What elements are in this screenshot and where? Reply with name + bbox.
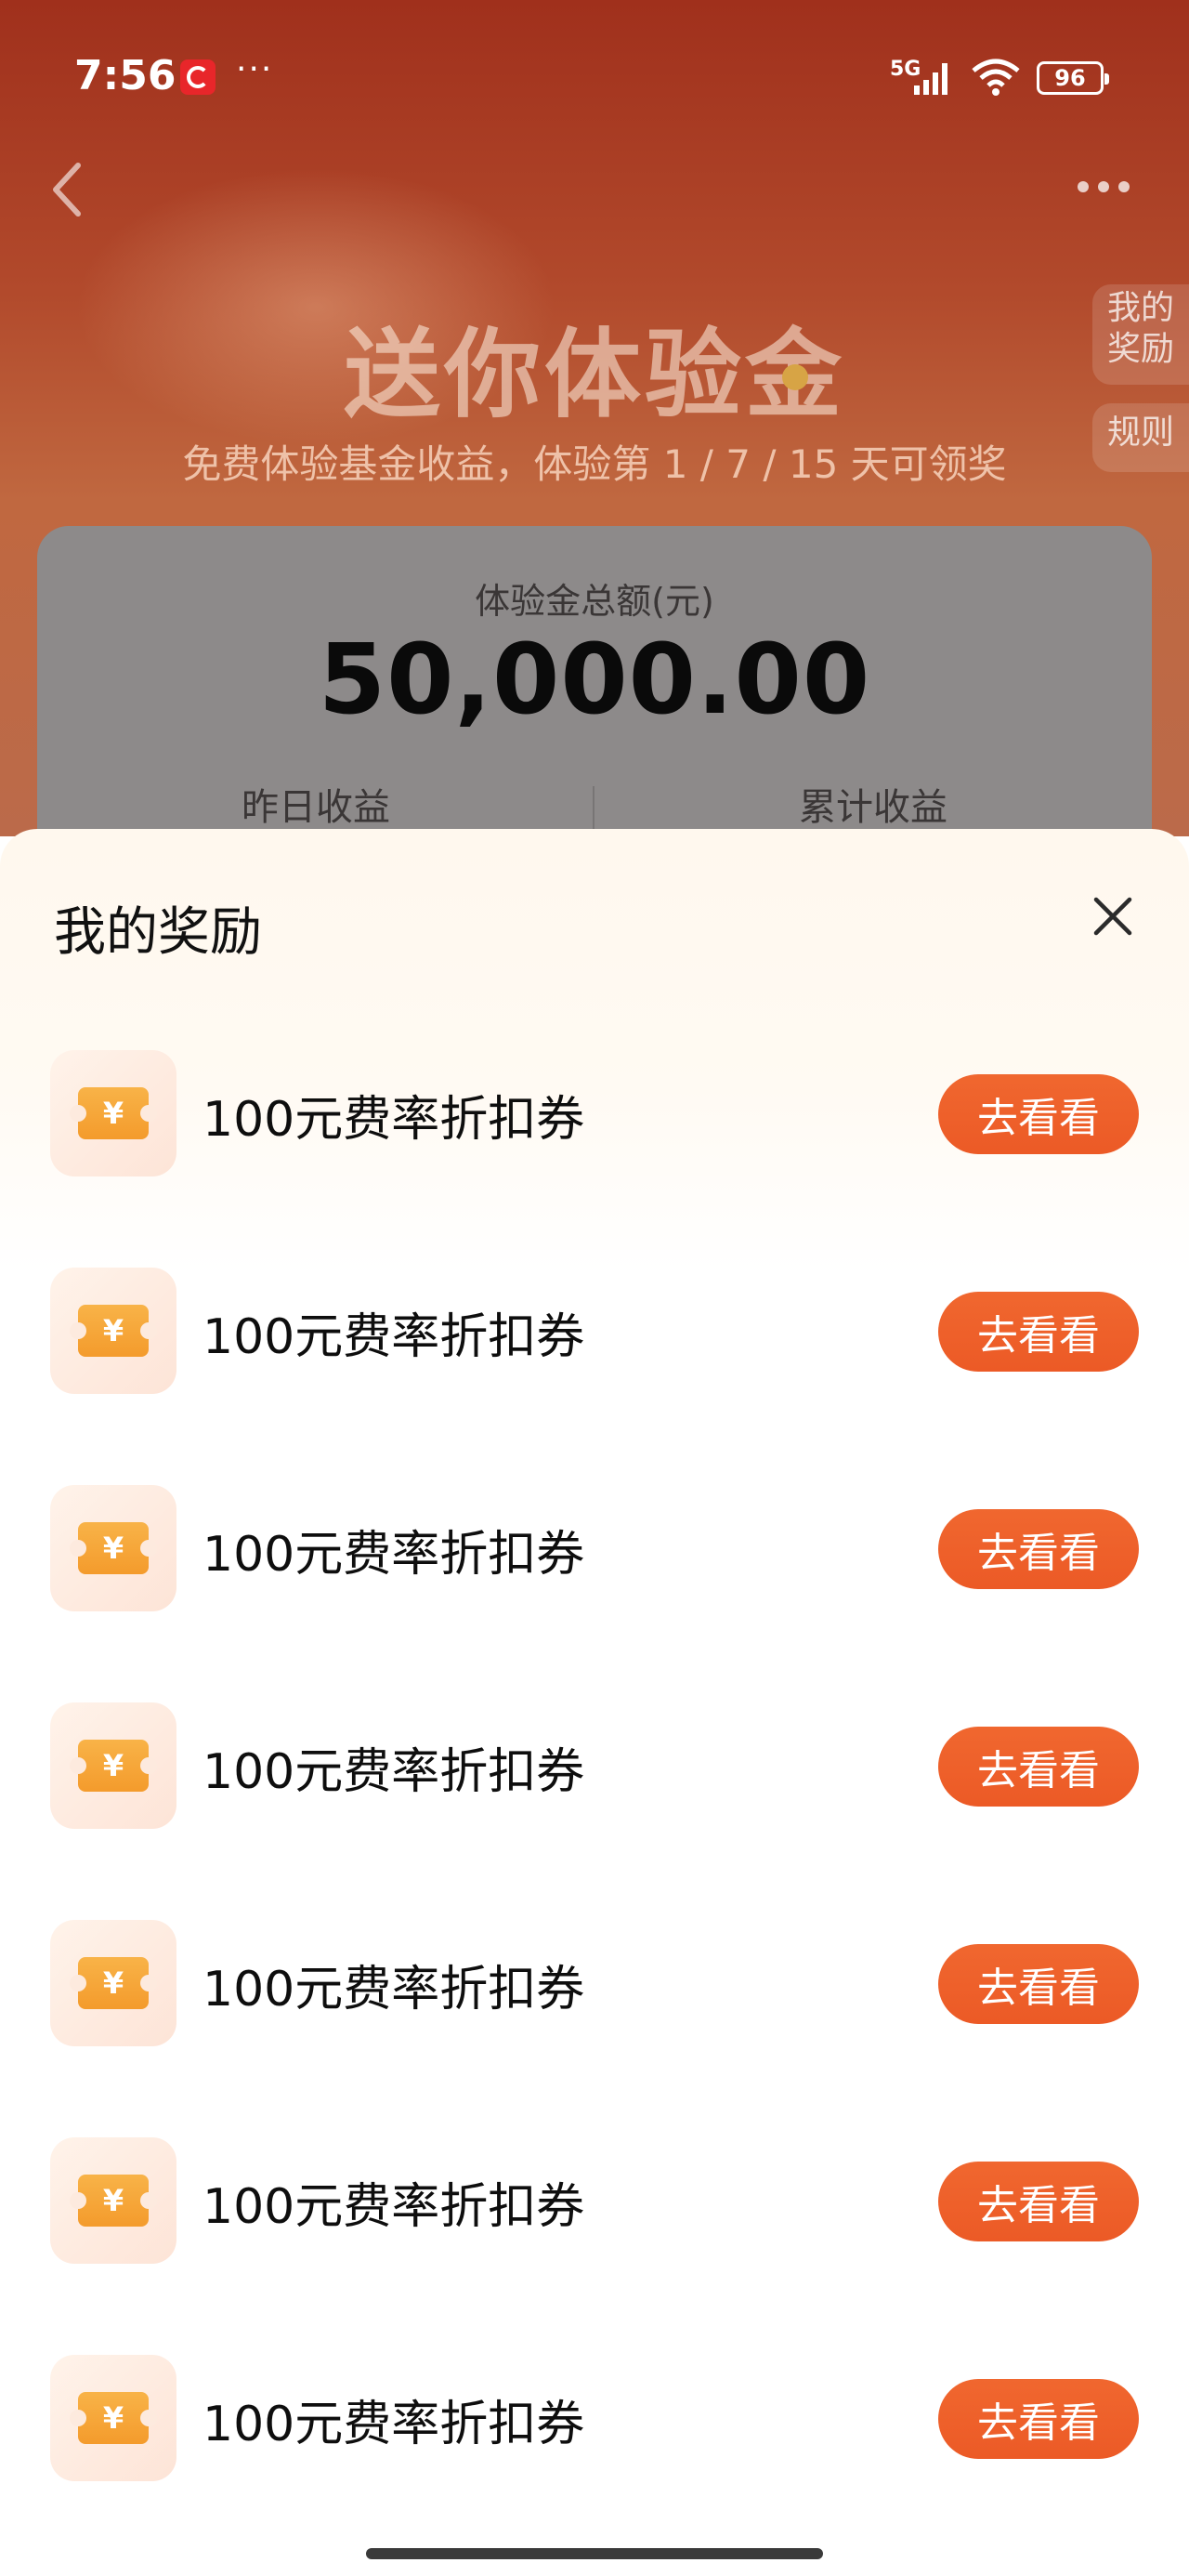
yen-symbol: ¥ <box>102 2183 124 2218</box>
view-reward-button[interactable]: 去看看 <box>938 2379 1139 2459</box>
reward-name: 100元费率折扣券 <box>203 1962 585 2017</box>
coupon-ticket-icon: ¥ <box>50 2355 176 2481</box>
coin-icon <box>782 364 808 390</box>
fund-total-label: 体验金总额(元) <box>475 581 714 622</box>
reward-item: ¥ 100元费率折扣券 去看看 <box>0 1920 1189 2050</box>
home-indicator[interactable] <box>366 2548 823 2559</box>
yen-symbol: ¥ <box>102 2400 124 2436</box>
yen-symbol: ¥ <box>102 1748 124 1783</box>
sheet-title: 我的奖励 <box>54 902 262 963</box>
reward-item: ¥ 100元费率折扣券 去看看 <box>0 1485 1189 1615</box>
view-reward-button[interactable]: 去看看 <box>938 1292 1139 1372</box>
yen-symbol: ¥ <box>102 1096 124 1131</box>
reward-name: 100元费率折扣券 <box>203 2397 585 2452</box>
experience-fund-card: 体验金总额(元) 50,000.00 昨日收益 累计收益 <box>37 526 1152 836</box>
chevron-left-icon[interactable] <box>41 152 97 227</box>
view-reward-button[interactable]: 去看看 <box>938 1509 1139 1589</box>
yen-symbol: ¥ <box>102 1313 124 1348</box>
coupon-ticket-icon: ¥ <box>50 1485 176 1611</box>
status-bar: 7:56 ··· 5G 96 <box>0 0 1189 139</box>
battery-level: 96 <box>1054 65 1086 91</box>
reward-item: ¥ 100元费率折扣券 去看看 <box>0 1702 1189 1833</box>
reward-name: 100元费率折扣券 <box>203 1092 585 1148</box>
reward-item: ¥ 100元费率折扣券 去看看 <box>0 1050 1189 1180</box>
signal-icon <box>914 63 947 95</box>
reward-name: 100元费率折扣券 <box>203 1744 585 1800</box>
hero-title: 送你体验金 <box>343 318 845 431</box>
hero-subtitle: 免费体验基金收益，体验第 1 / 7 / 15 天可领奖 <box>182 441 1007 487</box>
coupon-ticket-icon: ¥ <box>50 1268 176 1394</box>
view-reward-button[interactable]: 去看看 <box>938 1944 1139 2024</box>
view-reward-button[interactable]: 去看看 <box>938 1074 1139 1154</box>
reward-item: ¥ 100元费率折扣券 去看看 <box>0 2355 1189 2485</box>
reward-item: ¥ 100元费率折扣券 去看看 <box>0 1268 1189 1398</box>
total-earnings-label: 累计收益 <box>799 786 947 829</box>
app-notification-icon <box>180 59 216 95</box>
fund-total-amount: 50,000.00 <box>318 623 871 736</box>
close-icon[interactable] <box>1083 887 1143 946</box>
reward-name: 100元费率折扣券 <box>203 2179 585 2235</box>
my-rewards-sheet: 我的奖励 ¥ 100元费率折扣券 去看看 ¥ 100元费率折扣券 去看看 ¥ 1… <box>0 829 1189 2576</box>
more-dots-icon[interactable] <box>1078 173 1143 201</box>
reward-name: 100元费率折扣券 <box>203 1309 585 1365</box>
battery-icon: 96 <box>1037 61 1109 95</box>
yen-symbol: ¥ <box>102 1531 124 1566</box>
reward-name: 100元费率折扣券 <box>203 1527 585 1583</box>
status-time: 7:56 <box>74 52 176 99</box>
wifi-icon <box>972 59 1020 96</box>
coupon-ticket-icon: ¥ <box>50 1920 176 2046</box>
reward-item: ¥ 100元费率折扣券 去看看 <box>0 2137 1189 2267</box>
background-page: 7:56 ··· 5G 96 我的奖励 规则 送你体验金 免费体验基金收益，体验… <box>0 0 1189 836</box>
status-more-icon: ··· <box>236 50 274 88</box>
view-reward-button[interactable]: 去看看 <box>938 2162 1139 2241</box>
yen-symbol: ¥ <box>102 1965 124 2001</box>
coupon-ticket-icon: ¥ <box>50 1050 176 1176</box>
coupon-ticket-icon: ¥ <box>50 2137 176 2264</box>
yesterday-earnings-label: 昨日收益 <box>242 786 390 829</box>
coupon-ticket-icon: ¥ <box>50 1702 176 1829</box>
view-reward-button[interactable]: 去看看 <box>938 1727 1139 1807</box>
